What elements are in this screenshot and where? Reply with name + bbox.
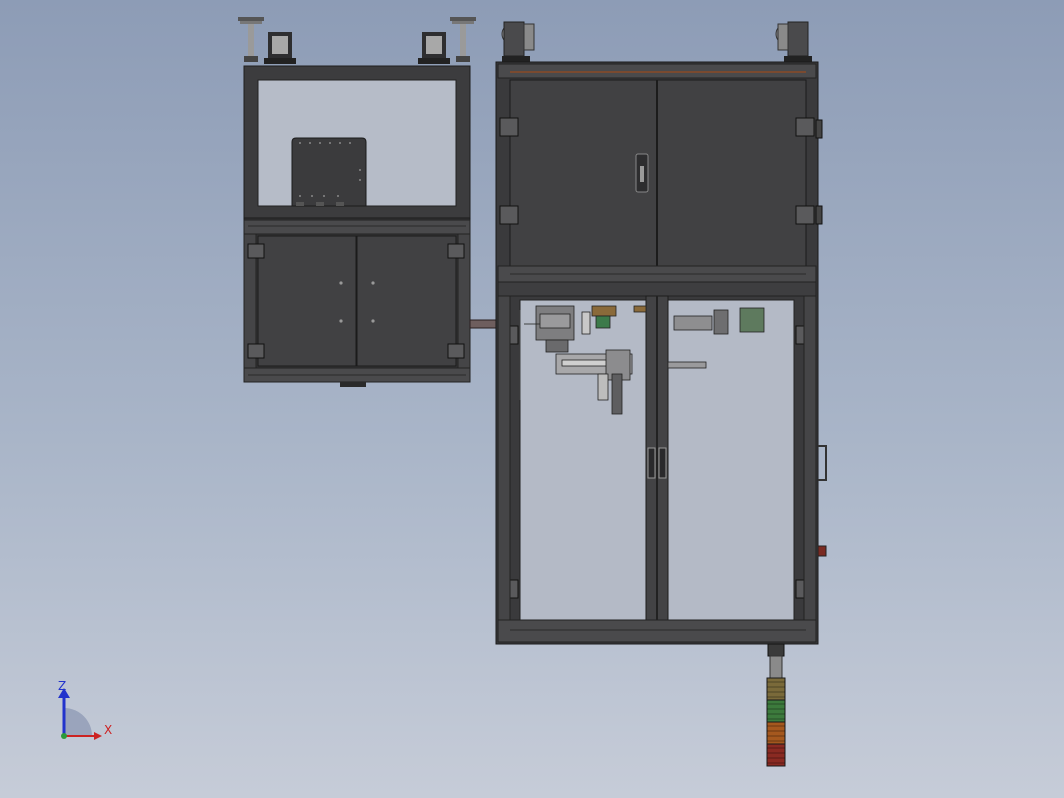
hinge — [499, 205, 519, 225]
caster-top-right — [775, 21, 812, 62]
hinge — [247, 243, 265, 259]
caster-right — [418, 32, 450, 64]
right-cabinet[interactable] — [495, 21, 827, 645]
left-cabinet[interactable] — [238, 17, 476, 387]
e-stop[interactable] — [817, 545, 827, 557]
hinge — [795, 117, 815, 137]
z-axis-label: Z — [58, 679, 66, 693]
caster-top-left — [501, 21, 535, 62]
glass-door-right[interactable] — [667, 299, 795, 621]
hinge — [247, 343, 265, 359]
left-door-right[interactable] — [356, 235, 457, 367]
side-handle[interactable] — [818, 445, 827, 481]
glass-door-left[interactable] — [519, 299, 647, 621]
orientation-triad: Z X — [58, 679, 112, 740]
hinge — [795, 205, 815, 225]
machine-model — [238, 17, 827, 767]
left-door-left[interactable] — [257, 235, 357, 367]
y-axis-origin — [61, 733, 67, 739]
control-box — [291, 137, 367, 207]
cad-viewport[interactable]: Z X — [0, 0, 1064, 798]
door-handle-left[interactable] — [647, 447, 656, 479]
x-axis-label: X — [104, 723, 112, 737]
hinge — [447, 243, 465, 259]
caster-left — [264, 32, 296, 64]
stack-light — [766, 643, 786, 767]
leveling-foot-right — [450, 17, 476, 62]
hinge — [499, 117, 519, 137]
connecting-duct — [469, 319, 499, 329]
hinge — [447, 343, 465, 359]
door-handle-right[interactable] — [658, 447, 667, 479]
x-axis-arrowhead — [94, 732, 102, 740]
leveling-foot-left — [238, 17, 264, 62]
